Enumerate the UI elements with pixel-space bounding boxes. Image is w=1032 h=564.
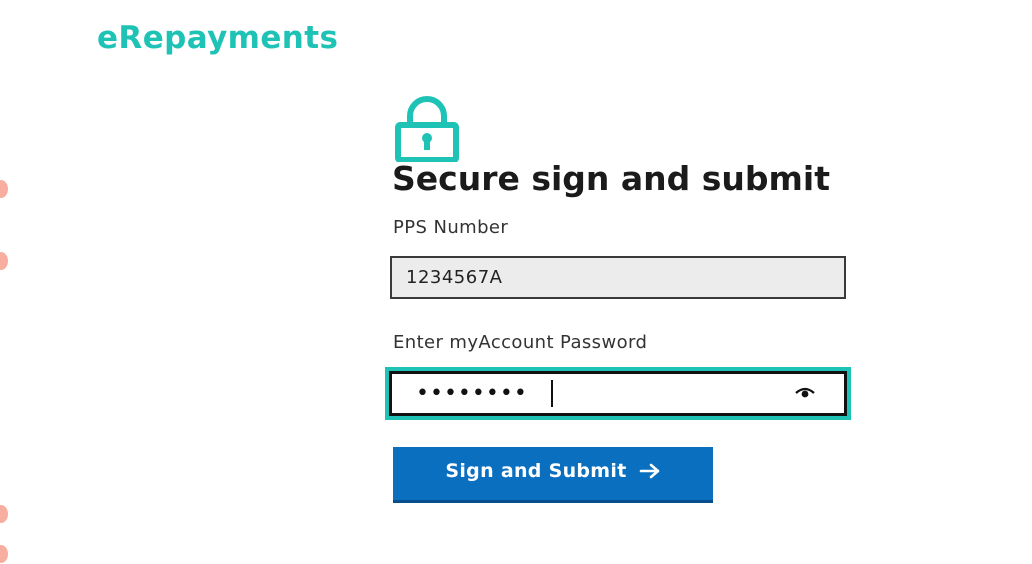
arrow-right-icon	[639, 463, 659, 478]
page-title: Secure sign and submit	[392, 159, 831, 198]
lock-icon	[395, 96, 459, 162]
brand-logo: eRepayments	[97, 20, 339, 56]
eye-icon[interactable]	[795, 384, 815, 400]
edge-decoration	[0, 252, 8, 270]
pps-number-label: PPS Number	[393, 217, 509, 238]
text-caret	[551, 380, 553, 407]
sign-and-submit-button[interactable]: Sign and Submit	[393, 447, 713, 500]
sign-and-submit-label: Sign and Submit	[445, 459, 627, 482]
password-label: Enter myAccount Password	[393, 332, 648, 353]
edge-decoration	[0, 180, 8, 198]
password-input[interactable]	[389, 371, 847, 416]
edge-decoration	[0, 545, 8, 563]
password-field	[385, 367, 851, 420]
page: eRepayments Secure sign and submit PPS N…	[0, 0, 1032, 564]
pps-number-input[interactable]	[390, 256, 846, 299]
edge-decoration	[0, 505, 8, 523]
